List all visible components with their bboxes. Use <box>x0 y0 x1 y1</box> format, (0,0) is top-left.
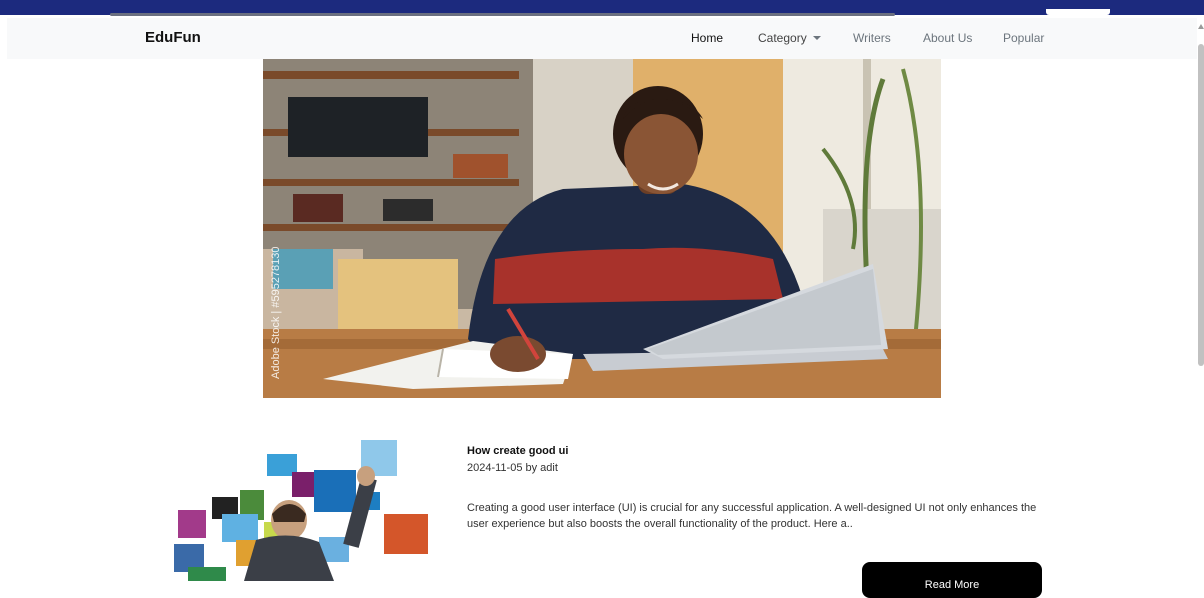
nav-category-label: Category <box>758 31 807 45</box>
scroll-up-icon[interactable] <box>1198 24 1204 29</box>
nav-about-us[interactable]: About Us <box>923 31 972 45</box>
nav-home[interactable]: Home <box>691 31 723 45</box>
hero-image: Adobe Stock | #595278130 <box>263 59 941 398</box>
top-strip <box>110 13 895 16</box>
nav-writers[interactable]: Writers <box>853 31 891 45</box>
post-title[interactable]: How create good ui <box>467 445 568 457</box>
top-tab-pill <box>1046 9 1110 15</box>
post-excerpt: Creating a good user interface (UI) is c… <box>467 502 1037 530</box>
thumbnail-illustration <box>144 432 438 581</box>
scrollbar-thumb[interactable] <box>1198 44 1204 366</box>
caret-down-icon <box>812 36 821 40</box>
nav-links: Home Category Writers About Us Popular <box>7 31 1197 49</box>
navbar: EduFun Home Category Writers About Us Po… <box>7 18 1197 59</box>
post-thumbnail[interactable] <box>144 432 438 581</box>
read-more-button[interactable]: Read More <box>862 562 1042 598</box>
nav-category[interactable]: Category <box>758 31 821 45</box>
hero-watermark: Adobe Stock | #595278130 <box>270 246 282 379</box>
post-meta: 2024-11-05 by adit <box>467 462 558 474</box>
nav-popular[interactable]: Popular <box>1003 31 1044 45</box>
hero-illustration: Adobe Stock | #595278130 <box>263 59 941 398</box>
